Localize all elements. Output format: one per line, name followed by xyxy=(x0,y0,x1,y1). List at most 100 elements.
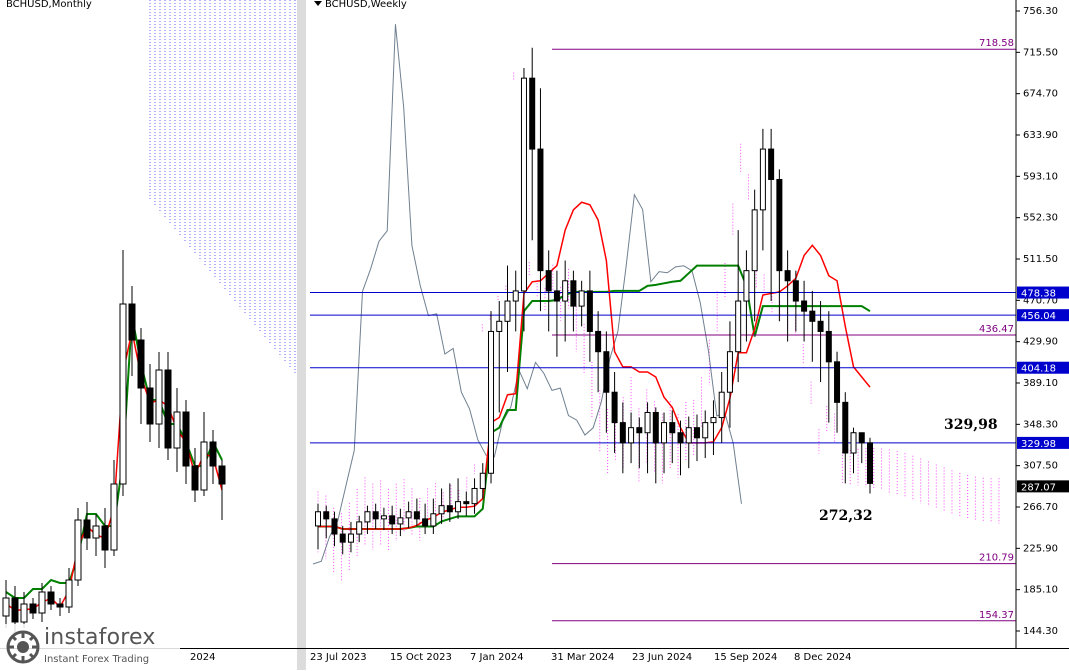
chart-menu-icon[interactable] xyxy=(314,1,322,6)
candle-body xyxy=(463,501,470,505)
monthly-candle-body xyxy=(137,339,145,389)
monthly-candle-body xyxy=(119,303,127,485)
monthly-candle-body xyxy=(101,525,109,551)
candle-body xyxy=(586,290,593,332)
candle-body xyxy=(545,270,552,292)
candle-body xyxy=(380,515,387,520)
candle-body xyxy=(570,280,577,307)
candle-body xyxy=(768,148,775,180)
candle-body xyxy=(529,77,536,150)
candle-body xyxy=(471,487,478,505)
monthly-candle-body xyxy=(173,411,181,449)
candle-body xyxy=(520,77,527,292)
candle-body xyxy=(488,330,495,474)
monthly-candle-body xyxy=(74,519,82,581)
candle-body xyxy=(825,330,832,363)
level-tag-label: 404.18 xyxy=(1021,364,1056,375)
candle-body xyxy=(801,300,808,312)
fib-level-label: 210.79 xyxy=(979,553,1014,564)
weekly-chart-panel[interactable]: 756.30 715.50 674.70 633.90 593.10 552.30 511.… xyxy=(306,0,1069,670)
candle-body xyxy=(850,432,857,454)
weekly-chart-title-text: BCHUSD,Weekly xyxy=(325,0,407,10)
candle-body xyxy=(685,427,692,444)
level-tag-label: 456.04 xyxy=(1021,311,1056,322)
candle-body xyxy=(693,427,700,439)
monthly-candle-body xyxy=(2,597,10,617)
candle-body xyxy=(364,511,371,523)
monthly-candle-body xyxy=(128,303,136,341)
candle-body xyxy=(537,148,544,272)
low-annotation: 272,32 xyxy=(819,508,873,524)
price-axis-label: 429.90 xyxy=(1023,337,1058,348)
price-axis-label: 348.30 xyxy=(1023,419,1058,430)
candle-body xyxy=(661,422,668,444)
monthly-candle-body xyxy=(83,519,91,539)
candle-body xyxy=(553,290,560,302)
candle-body xyxy=(842,401,849,454)
candle-body xyxy=(710,417,717,424)
price-axis-label: 511.50 xyxy=(1023,254,1058,265)
price-axis-label: 552.30 xyxy=(1023,213,1058,224)
date-label: 8 Dec 2024 xyxy=(794,652,852,663)
monthly-chart-canvas xyxy=(2,0,296,634)
candle-body xyxy=(817,320,824,332)
candle-body xyxy=(339,533,346,543)
candle-body xyxy=(323,511,330,520)
candle-body xyxy=(356,521,363,535)
candle-body xyxy=(347,533,354,543)
candle-body xyxy=(652,411,659,444)
monthly-candle-body xyxy=(200,441,208,491)
level-tag-label: 329.98 xyxy=(1021,439,1056,450)
candle-body xyxy=(759,148,766,211)
monthly-candle-body xyxy=(146,387,154,425)
monthly-candle-body xyxy=(191,465,199,491)
candle-body xyxy=(430,513,437,527)
monthly-candle-body xyxy=(29,603,37,614)
candle-body xyxy=(644,411,651,434)
price-axis-label: 633.90 xyxy=(1023,130,1058,141)
monthly-candle-body xyxy=(47,591,55,605)
date-label: 15 Oct 2023 xyxy=(390,652,452,663)
candle-body xyxy=(496,320,503,332)
monthly-candle-body xyxy=(20,603,28,623)
candle-body xyxy=(315,511,321,527)
date-label: 15 Sep 2024 xyxy=(714,652,778,663)
weekly-chart-title: BCHUSD,Weekly xyxy=(314,0,407,10)
price-axis-label: 389.10 xyxy=(1023,378,1058,389)
candle-body xyxy=(562,280,569,302)
candle-body xyxy=(735,300,742,353)
candle-body xyxy=(619,422,626,444)
fib-level-label: 436.47 xyxy=(979,324,1014,335)
candle-body xyxy=(479,472,486,489)
monthly-chart-panel[interactable]: BCHUSD,Monthly xyxy=(0,0,298,648)
panel-divider[interactable] xyxy=(297,0,306,670)
candle-body xyxy=(718,391,725,419)
price-axis-label: 266.70 xyxy=(1023,502,1058,513)
candle-body xyxy=(595,330,602,353)
candle-body xyxy=(455,501,462,513)
monthly-candle-body xyxy=(218,465,226,485)
price-axis-label: 307.50 xyxy=(1023,461,1058,472)
candle-body xyxy=(446,505,453,513)
candle-body xyxy=(751,209,758,272)
price-axis-label: 715.50 xyxy=(1023,47,1058,58)
instaforex-logo-icon xyxy=(6,630,40,664)
candle-body xyxy=(603,351,610,393)
candle-body xyxy=(784,270,791,282)
fib-level-label: 154.37 xyxy=(979,610,1014,621)
candle-body xyxy=(389,515,396,525)
candle-body xyxy=(809,310,816,322)
monthly-candle-body xyxy=(182,411,190,467)
logo-name: instaforex xyxy=(44,625,156,650)
candle-body xyxy=(372,511,379,520)
candle-body xyxy=(702,422,709,439)
candle-body xyxy=(512,290,519,302)
price-axis-label: 144.30 xyxy=(1023,626,1058,637)
price-axis-label: 756.30 xyxy=(1023,6,1058,17)
candle-body xyxy=(636,427,643,434)
monthly-candle-body xyxy=(65,579,73,608)
level-tag-label: 478.38 xyxy=(1021,289,1056,300)
candle-body xyxy=(578,290,585,307)
monthly-candle-body xyxy=(11,597,19,623)
candle-body xyxy=(628,427,635,444)
